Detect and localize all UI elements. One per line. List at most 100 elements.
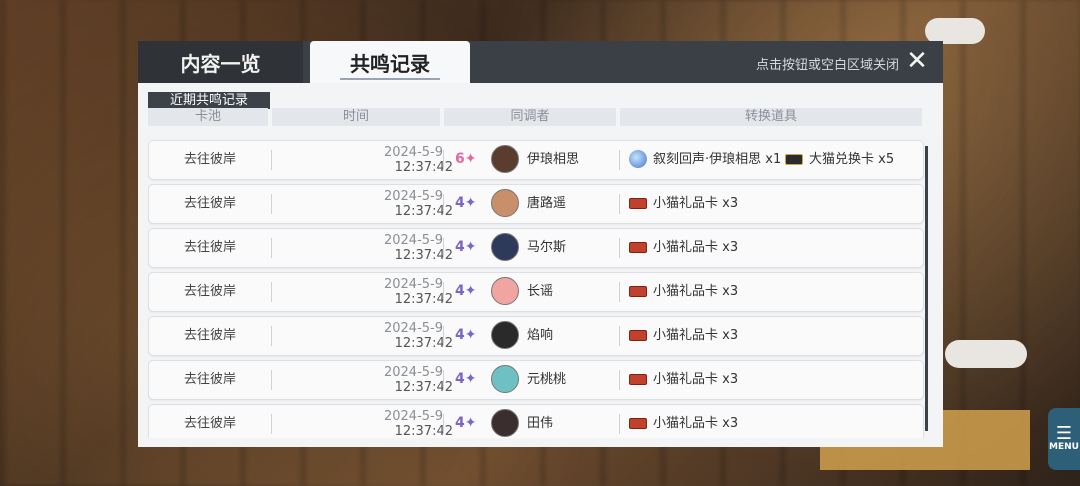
ticket-icon	[629, 330, 647, 341]
avatar	[491, 233, 519, 261]
date: 2024-5-9	[383, 365, 443, 380]
echo-icon	[629, 150, 647, 168]
pool-name: 去往彼岸	[183, 372, 236, 387]
rarity-value: 6	[455, 151, 465, 167]
divider	[619, 370, 620, 390]
item-primary: 叙刻回声·伊琅相思 x1	[653, 152, 782, 167]
pool-name: 去往彼岸	[183, 196, 236, 211]
date: 2024-5-9	[383, 189, 443, 204]
time: 12:37:42	[394, 248, 453, 263]
divider	[443, 150, 444, 170]
divider	[271, 414, 272, 434]
star-icon: 4✦	[455, 371, 477, 387]
timestamp: 2024-5-9 12:37:42	[273, 277, 453, 307]
date: 2024-5-9	[383, 145, 443, 160]
item-primary: 小猫礼品卡 x3	[653, 416, 739, 431]
resonator-name: 马尔斯	[527, 240, 567, 255]
star-icon: 4✦	[455, 283, 477, 299]
time: 12:37:42	[394, 204, 453, 219]
divider	[619, 326, 620, 346]
divider	[443, 238, 444, 258]
item-primary: 小猫礼品卡 x3	[653, 196, 739, 211]
tab-overview[interactable]: 内容一览	[138, 41, 303, 83]
pool-name: 去往彼岸	[183, 328, 236, 343]
background-detail-button	[945, 340, 1027, 368]
divider	[271, 238, 272, 258]
item-primary: 小猫礼品卡 x3	[653, 240, 739, 255]
resonator-name: 田伟	[527, 416, 554, 431]
avatar	[491, 189, 519, 217]
table-row: 去往彼岸 2024-5-9 12:37:42 4✦ 元桃桃 小猫礼品卡 x3	[148, 360, 924, 400]
menu-button[interactable]: ☰ MENU	[1048, 408, 1080, 470]
divider	[443, 370, 444, 390]
item-secondary: 大猫兑换卡 x5	[809, 152, 895, 167]
avatar	[491, 409, 519, 437]
table-row: 去往彼岸 2024-5-9 12:37:42 4✦ 长谣 小猫礼品卡 x3	[148, 272, 924, 312]
avatar	[491, 145, 519, 173]
ticket-icon	[785, 154, 803, 165]
ticket-icon	[629, 418, 647, 429]
star-icon: 4✦	[455, 239, 477, 255]
header-items: 转换道具	[620, 108, 922, 126]
time: 12:37:42	[394, 292, 453, 307]
divider	[619, 238, 620, 258]
close-hint: 点击按钮或空白区域关闭	[755, 58, 899, 73]
timestamp: 2024-5-9 12:37:42	[273, 145, 453, 175]
divider	[619, 194, 620, 214]
table-row: 去往彼岸 2024-5-9 12:37:42 4✦ 唐路遥 小猫礼品卡 x3	[148, 184, 924, 224]
star-icon: 6✦	[455, 151, 477, 167]
table-header: 卡池 时间 同调者 转换道具	[148, 108, 922, 126]
time: 12:37:42	[394, 160, 453, 175]
date: 2024-5-9	[383, 321, 443, 336]
divider	[443, 414, 444, 434]
avatar	[491, 321, 519, 349]
timestamp: 2024-5-9 12:37:42	[273, 321, 453, 351]
close-icon[interactable]: ✕	[903, 47, 931, 75]
date: 2024-5-9	[383, 233, 443, 248]
pool-name: 去往彼岸	[183, 284, 236, 299]
item-primary: 小猫礼品卡 x3	[653, 372, 739, 387]
resonator-name: 焰响	[527, 328, 554, 343]
resonance-history-dialog: 内容一览 共鸣记录 点击按钮或空白区域关闭 ✕ 近期共鸣记录 卡池 时间 同调者…	[138, 41, 943, 447]
ticket-icon	[629, 286, 647, 297]
record-list[interactable]: 去往彼岸 2024-5-9 12:37:42 6✦ 伊琅相思 叙刻回声·伊琅相思 x1 大猫…	[148, 140, 928, 438]
divider	[619, 282, 620, 302]
time: 12:37:42	[394, 336, 453, 351]
timestamp: 2024-5-9 12:37:42	[273, 189, 453, 219]
divider	[443, 326, 444, 346]
menu-icon: ☰	[1055, 423, 1073, 444]
rarity-value: 4	[455, 283, 465, 299]
table-row: 去往彼岸 2024-5-9 12:37:42 6✦ 伊琅相思 叙刻回声·伊琅相思 x1 大猫…	[148, 140, 924, 180]
table-row: 去往彼岸 2024-5-9 12:37:42 4✦ 田伟 小猫礼品卡 x3	[148, 404, 924, 438]
item-primary: 小猫礼品卡 x3	[653, 328, 739, 343]
timestamp: 2024-5-9 12:37:42	[273, 409, 453, 438]
table-row: 去往彼岸 2024-5-9 12:37:42 4✦ 马尔斯 小猫礼品卡 x3	[148, 228, 924, 268]
menu-label: MENU	[1049, 442, 1079, 452]
avatar	[491, 277, 519, 305]
pool-name: 去往彼岸	[183, 240, 236, 255]
divider	[271, 194, 272, 214]
resonator-name: 伊琅相思	[527, 152, 580, 167]
resonator-name: 唐路遥	[527, 196, 567, 211]
pool-name: 去往彼岸	[183, 416, 236, 431]
tab-history[interactable]: 共鸣记录	[310, 41, 470, 83]
divider	[443, 194, 444, 214]
resonator-name: 元桃桃	[527, 372, 567, 387]
scrollbar[interactable]	[925, 146, 928, 431]
item-primary: 小猫礼品卡 x3	[653, 284, 739, 299]
date: 2024-5-9	[383, 277, 443, 292]
star-icon: 4✦	[455, 415, 477, 431]
divider	[271, 326, 272, 346]
rarity-value: 4	[455, 195, 465, 211]
rarity-value: 4	[455, 239, 465, 255]
history-panel: 近期共鸣记录 卡池 时间 同调者 转换道具 去往彼岸 2024-5-9 12:37:…	[138, 83, 943, 447]
avatar	[491, 365, 519, 393]
star-icon: 4✦	[455, 327, 477, 343]
table-row: 去往彼岸 2024-5-9 12:37:42 4✦ 焰响 小猫礼品卡 x3	[148, 316, 924, 356]
ticket-icon	[629, 374, 647, 385]
time: 12:37:42	[394, 380, 453, 395]
star-icon: 4✦	[455, 195, 477, 211]
rarity-value: 4	[455, 415, 465, 431]
header-resonator: 同调者	[444, 108, 616, 126]
divider	[271, 282, 272, 302]
